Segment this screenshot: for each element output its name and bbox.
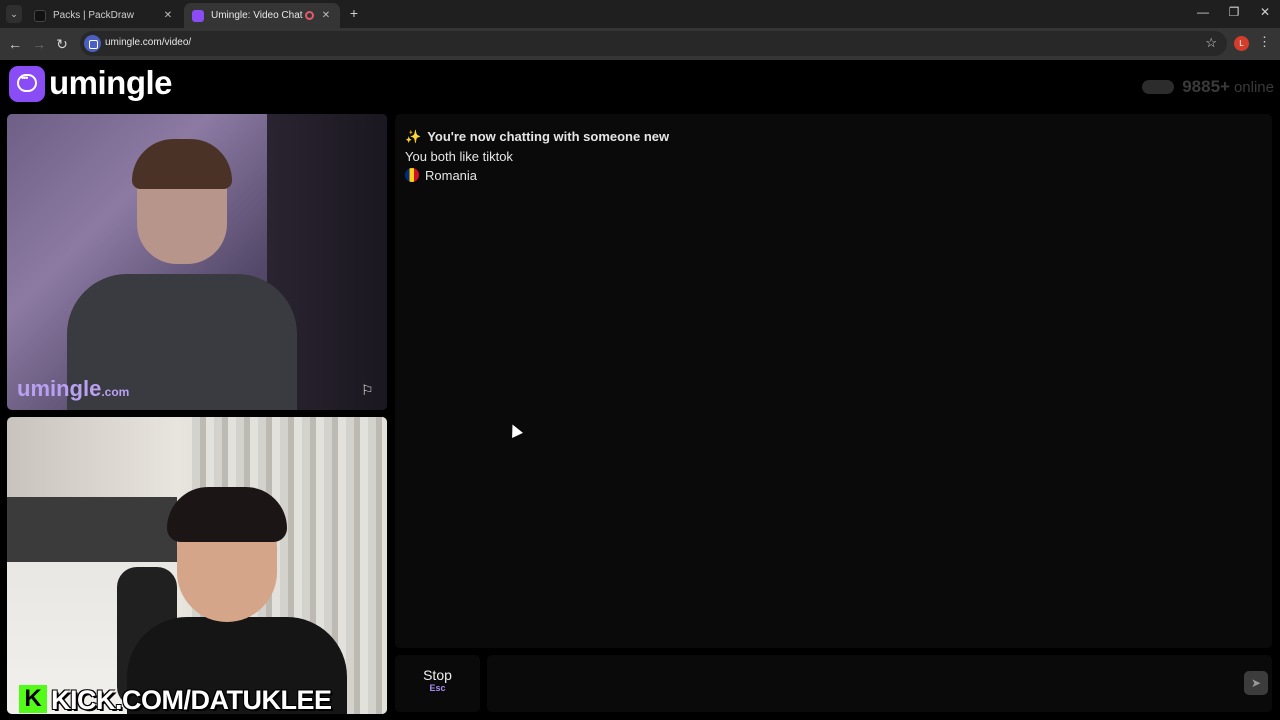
reload-icon[interactable]: ↻ [53,35,71,53]
browser-tabbar: ⌄ Packs | PackDraw ✕ Umingle: Video Chat… [0,0,1280,28]
recording-indicator-icon [305,11,314,20]
stranger-video: umingle.com ⚐ [7,114,387,410]
browser-toolbar: ← → ↻ umingle.com/video/ ☆ L ⋮ [0,28,1280,60]
shared-interest-message: You both like tiktok [405,149,513,164]
stream-overlay-text: KICK.COM/DATUKLEE [51,685,332,714]
online-count: 9885+ [1182,77,1230,96]
browser-menu-icon[interactable]: ⋮ [1258,34,1271,50]
romania-flag-icon [405,168,419,182]
logo-text[interactable]: umingle [49,64,173,102]
self-video: K KICK.COM/DATUKLEE [7,417,387,714]
restore-button[interactable]: ❐ [1225,5,1243,19]
tab-title: Umingle: Video Chat with S [211,10,305,21]
umingle-favicon-icon [192,9,204,22]
new-tab-button[interactable]: + [346,5,362,21]
chat-panel: ✨ You're now chatting with someone new Yo… [395,114,1272,648]
stranger-person [67,139,297,410]
tab-umingle[interactable]: Umingle: Video Chat with S ✕ [184,3,340,28]
url-text[interactable]: umingle.com/video/ [105,37,191,48]
kick-logo-icon: K [19,685,47,713]
chat-bubble-icon [17,73,37,92]
online-toggle[interactable] [1142,80,1175,94]
packdraw-favicon-icon [34,9,46,22]
self-person [127,487,347,714]
close-tab-icon[interactable]: ✕ [162,10,174,21]
umingle-logo-icon[interactable] [9,66,45,102]
report-flag-icon[interactable]: ⚐ [361,382,379,400]
close-tab-icon[interactable]: ✕ [320,10,332,21]
bookmark-star-icon[interactable]: ☆ [1205,35,1217,51]
profile-avatar[interactable]: L [1234,36,1249,51]
stop-shortcut: Esc [429,683,446,693]
forward-arrow-icon[interactable]: → [30,35,48,53]
tab-search-button[interactable]: ⌄ [6,5,22,23]
minimize-button[interactable]: — [1194,5,1212,19]
umingle-app: umingle 9885+ online umingle.com ⚐ K KIC… [0,60,1280,720]
country-message: Romania [405,168,477,183]
stop-label: Stop [423,667,452,683]
online-label: online [1233,78,1274,96]
send-icon[interactable]: ➤ [1244,671,1268,695]
stop-button[interactable]: Stop Esc [395,655,480,712]
site-info-icon[interactable] [84,35,101,52]
system-message: ✨ You're now chatting with someone new [405,129,670,144]
close-window-button[interactable]: ✕ [1256,5,1274,19]
sparkle-icon: ✨ [405,129,422,144]
back-arrow-icon[interactable]: ← [6,35,24,53]
chat-message-input[interactable] [487,655,1272,712]
address-bar[interactable]: umingle.com/video/ ☆ [80,31,1227,56]
tab-title: Packs | PackDraw [53,10,134,21]
umingle-watermark: umingle.com [17,376,130,401]
online-counter: 9885+ online [1142,77,1274,97]
tab-packdraw[interactable]: Packs | PackDraw ✕ [26,3,182,28]
